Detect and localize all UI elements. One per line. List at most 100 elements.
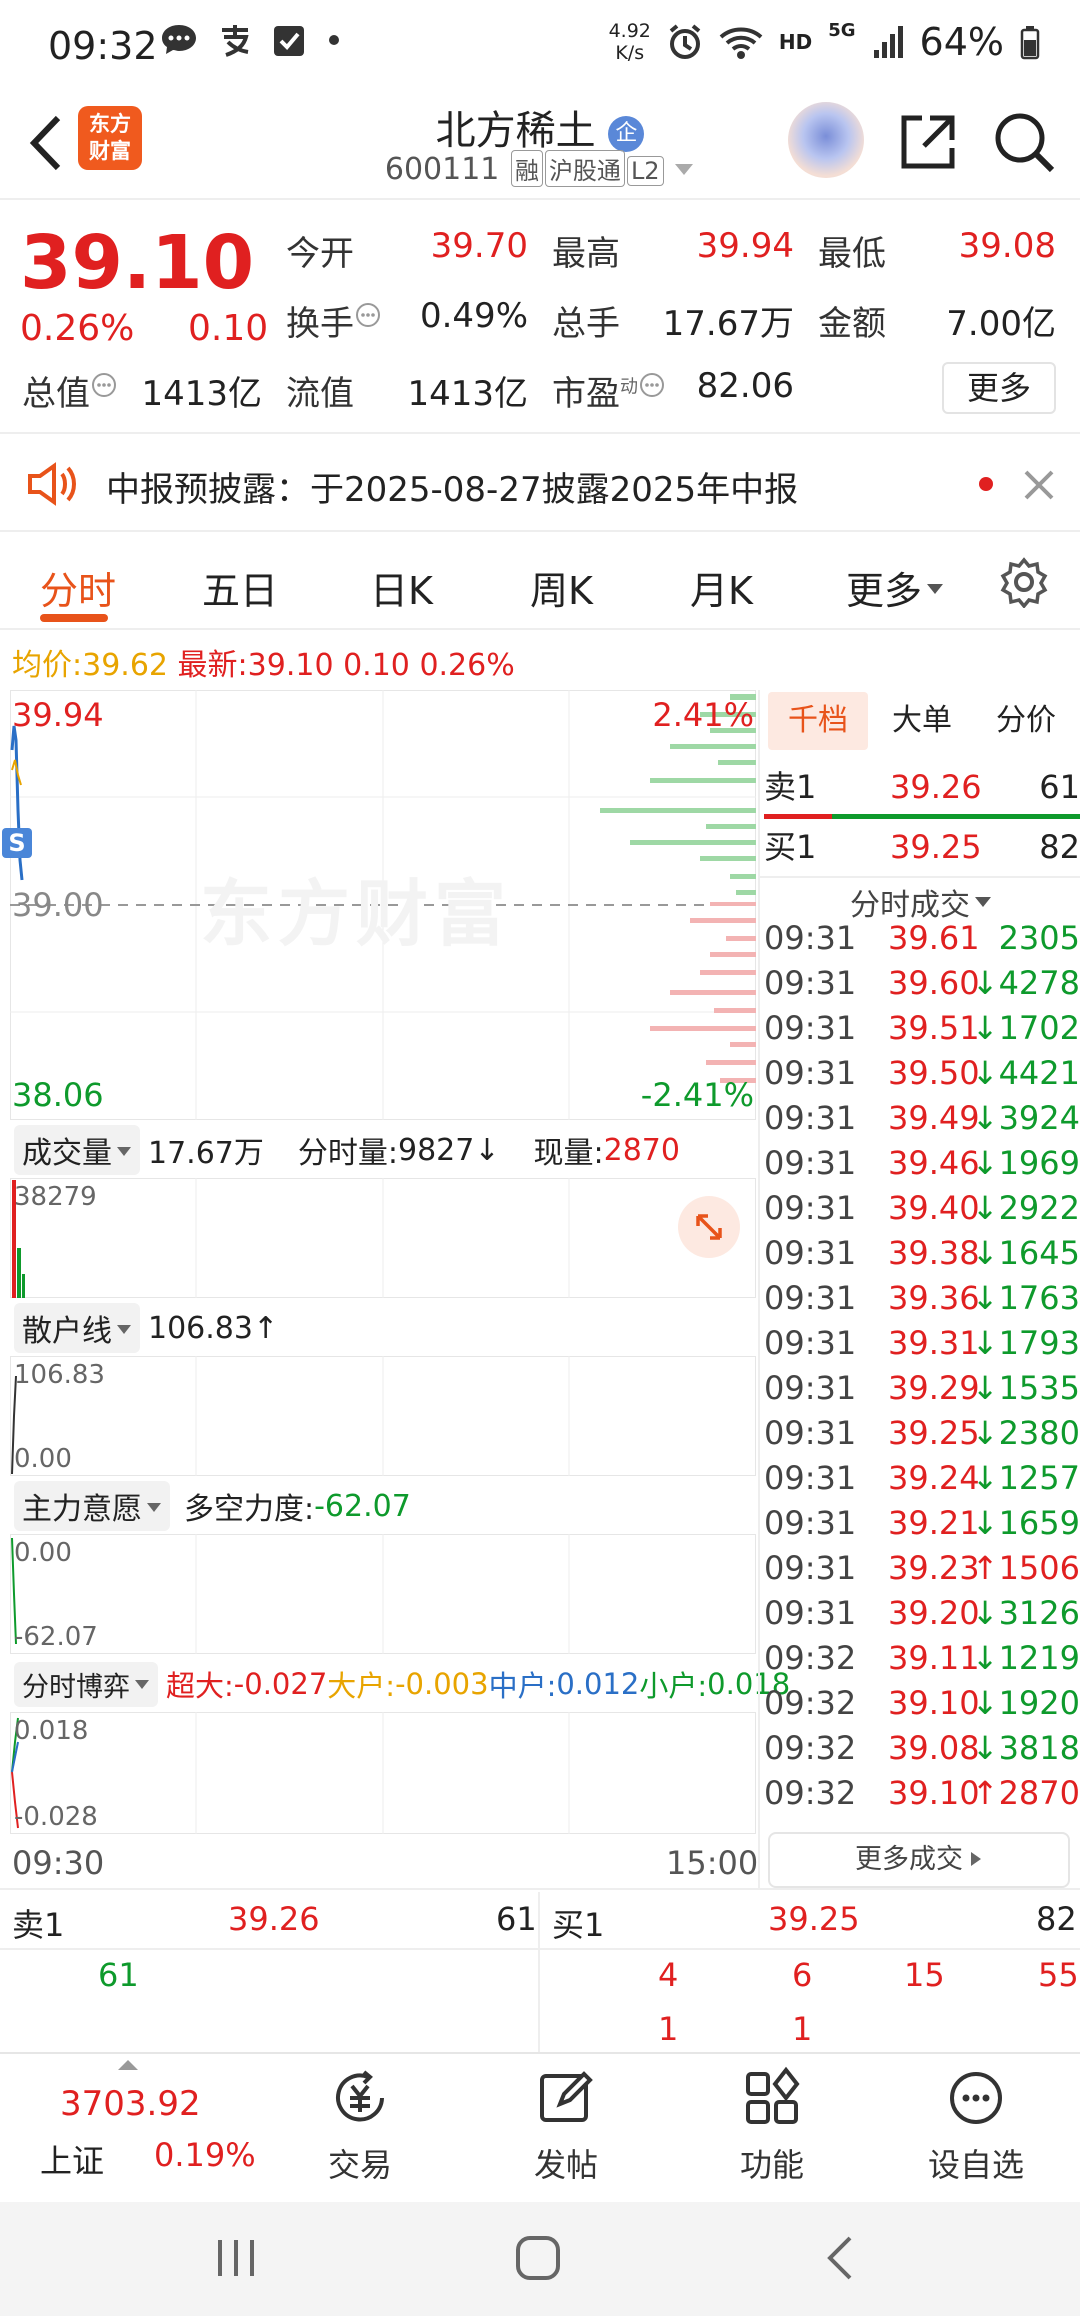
tick-row: 09:31 39.38 ↓1645 (764, 1231, 1080, 1276)
volume-panel: 成交量 17.67万 分时量: 9827 ↓ 现量: 2870 38279 (10, 1122, 756, 1300)
latest-pct: 0.26% (419, 648, 515, 683)
tick-arrow: ↓ (971, 1099, 999, 1137)
open-label: 今开 (286, 234, 354, 274)
l2-buy-label: 买1 (552, 1906, 605, 1944)
tick-volume: ↓1920 (971, 1684, 1080, 1722)
tick-price: 39.23 (888, 1549, 980, 1587)
tick-row: 09:32 39.10 ↑2870 (764, 1771, 1080, 1816)
battery-percent: 64% (919, 20, 1004, 64)
share-icon[interactable] (892, 106, 964, 178)
assistant-avatar-icon[interactable] (788, 102, 864, 178)
tick-arrow: ↓ (971, 1054, 999, 1092)
l2-buy-order: 6 (792, 1956, 813, 1994)
tab-more[interactable]: 更多 (846, 560, 944, 615)
super-large-label: 超大: (166, 1669, 234, 1703)
price-summary-line: 均价:39.62 最新:39.10 0.10 0.26% (12, 648, 515, 683)
home-icon[interactable] (508, 2228, 568, 2288)
tab-intraday[interactable]: 分时 (40, 560, 116, 615)
tick-price: 39.49 (888, 1099, 980, 1137)
chart-bottom-pct: -2.41% (640, 1076, 754, 1114)
system-back-icon[interactable] (812, 2228, 872, 2288)
unread-dot-icon (979, 477, 993, 491)
mktcap-label[interactable]: 总值 (22, 366, 118, 415)
current-price: 39.10 (20, 220, 255, 306)
large-value: -0.003 (395, 1667, 489, 1701)
tick-row: 09:31 39.46 ↓1969 (764, 1141, 1080, 1186)
tick-arrow: ↓ (971, 1414, 999, 1452)
dropdown-triangle-icon (117, 1147, 131, 1156)
turnover-label[interactable]: 换手 (286, 296, 382, 345)
tick-volume: ↓1793 (971, 1324, 1080, 1362)
speaker-icon (28, 462, 76, 506)
tab-daily-k[interactable]: 日K (370, 560, 433, 615)
tab-price-distribution[interactable]: 分价 (976, 692, 1076, 750)
tick-row: 09:31 39.50 ↓4421 (764, 1051, 1080, 1096)
nav-post[interactable]: 发帖 (496, 2066, 636, 2186)
nav-add-watchlist[interactable]: 设自选 (906, 2066, 1046, 2186)
tick-volume: ↓1535 (971, 1369, 1080, 1407)
tick-row: 09:31 39.51 ↓1702 (764, 1006, 1080, 1051)
nav-functions[interactable]: 功能 (702, 2066, 842, 2186)
main-force-panel: 主力意愿 多空力度: -62.07 0.00 -62.07 (10, 1478, 756, 1656)
l2-buy-order: 55 (1038, 1956, 1079, 1994)
signal-s-badge-icon[interactable]: S (2, 828, 32, 858)
intraday-chart[interactable]: 东方财富 S 39.94 39.00 38.06 2.41% -2.41% (2, 690, 756, 1120)
close-icon[interactable] (1022, 468, 1056, 502)
tab-monthly-k[interactable]: 月K (690, 560, 753, 615)
stock-header: 东方 财富 北方稀土 企 600111 融沪股通 L2 (0, 88, 1080, 200)
dropdown-triangle-icon[interactable] (673, 161, 695, 177)
main-force-indicator-select[interactable]: 主力意愿 (14, 1481, 170, 1531)
mktcap-value: 1413亿 (141, 374, 262, 414)
l2-buy-order: 1 (792, 2010, 813, 2048)
tick-row: 09:31 39.40 ↓2922 (764, 1186, 1080, 1231)
expand-chart-button[interactable] (678, 1196, 740, 1258)
tick-time: 09:32 (764, 1684, 857, 1722)
tick-row: 09:32 39.11 ↓1219 (764, 1636, 1080, 1681)
retail-indicator-select[interactable]: 散户线 (14, 1303, 140, 1353)
chart-bottom-price: 38.06 (12, 1076, 104, 1114)
chart-top-pct: 2.41% (652, 696, 754, 734)
super-large-value: -0.027 (233, 1667, 328, 1701)
signal-icon (873, 26, 903, 58)
dropdown-triangle-icon (975, 897, 991, 907)
tick-time: 09:31 (764, 919, 857, 957)
l2-buy-order: 4 (658, 1956, 679, 1994)
tick-volume: ↓3924 (971, 1099, 1080, 1137)
tick-volume: ↓1257 (971, 1459, 1080, 1497)
tick-time: 09:31 (764, 1504, 857, 1542)
tick-price: 39.60 (888, 964, 980, 1002)
float-label: 流值 (286, 374, 354, 414)
trade-yuan-icon (336, 2070, 384, 2122)
recent-apps-icon[interactable] (206, 2228, 266, 2288)
tick-arrow: ↓ (971, 1684, 999, 1722)
minute-volume: 9827 (398, 1132, 475, 1168)
nav-trade[interactable]: 交易 (290, 2066, 430, 2186)
settings-gear-icon[interactable] (998, 556, 1050, 608)
tick-volume: 2305 (998, 919, 1080, 957)
l2-sell-vol: 61 (496, 1900, 537, 1938)
tick-arrow: ↓ (971, 1504, 999, 1542)
l2-buy-price: 39.25 (768, 1900, 860, 1938)
game-indicator-select[interactable]: 分时博弈 (14, 1661, 158, 1707)
volume-total: 17.67万 (148, 1136, 264, 1171)
tick-volume: ↓4278 (971, 964, 1080, 1002)
tab-weekly-k[interactable]: 周K (530, 560, 593, 615)
more-quote-button[interactable]: 更多 (942, 362, 1056, 414)
high-value: 39.94 (696, 226, 794, 266)
alarm-icon (669, 24, 701, 59)
tick-volume: ↓1969 (971, 1144, 1080, 1182)
chevron-right-icon (971, 1852, 981, 1866)
retail-axis-max: 106.83 (14, 1360, 105, 1390)
volume-indicator-select[interactable]: 成交量 (14, 1125, 140, 1175)
tab-five-day[interactable]: 五日 (202, 560, 278, 615)
message-icon (162, 25, 196, 54)
tab-order-book[interactable]: 千档 (768, 692, 868, 750)
tick-time: 09:31 (764, 1324, 857, 1362)
search-icon[interactable] (988, 106, 1060, 178)
tick-price: 39.10 (888, 1684, 980, 1722)
tab-big-orders[interactable]: 大单 (872, 692, 972, 750)
notice-bar[interactable]: 中报预披露：于2025-08-27披露2025年中报 (0, 436, 1080, 532)
tick-arrow: ↓ (971, 1009, 999, 1047)
notice-text: 中报预披露：于2025-08-27披露2025年中报 (106, 470, 799, 510)
more-trades-button[interactable]: 更多成交 (768, 1832, 1070, 1888)
